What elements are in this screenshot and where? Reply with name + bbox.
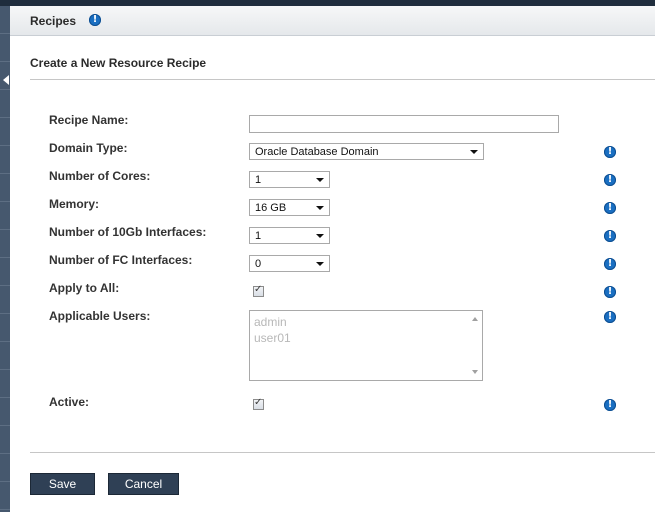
cores-select[interactable]: 1 <box>249 171 330 188</box>
save-button[interactable]: Save <box>30 473 95 495</box>
scrollbar[interactable] <box>468 311 482 380</box>
domain-type-label: Domain Type: <box>49 141 128 155</box>
ten-gb-interfaces-value: 1 <box>255 230 262 242</box>
scroll-down-icon[interactable] <box>472 370 478 374</box>
chevron-down-icon <box>316 262 324 266</box>
info-icon[interactable]: ! <box>604 311 616 323</box>
chevron-left-icon[interactable] <box>3 75 9 85</box>
memory-value: 16 GB <box>255 202 287 214</box>
apply-to-all-checkbox[interactable]: ✓ <box>253 284 264 297</box>
info-icon[interactable]: ! <box>604 174 616 186</box>
check-icon: ✓ <box>254 284 263 295</box>
cancel-button[interactable]: Cancel <box>108 473 179 495</box>
info-icon[interactable]: ! <box>89 14 101 26</box>
recipe-name-label: Recipe Name: <box>49 113 129 127</box>
ten-gb-interfaces-label: Number of 10Gb Interfaces: <box>49 225 207 239</box>
divider <box>30 79 655 80</box>
scroll-up-icon[interactable] <box>472 317 478 321</box>
info-icon[interactable]: ! <box>604 286 616 298</box>
fc-interfaces-value: 0 <box>255 258 262 270</box>
domain-type-select[interactable]: Oracle Database Domain <box>249 143 484 160</box>
check-icon: ✓ <box>254 397 263 408</box>
memory-label: Memory: <box>49 197 100 211</box>
applicable-users-listbox[interactable]: admin user01 <box>249 310 483 381</box>
cores-value: 1 <box>255 174 262 186</box>
domain-type-value: Oracle Database Domain <box>255 146 379 158</box>
chevron-down-icon <box>316 206 324 210</box>
recipe-name-input[interactable] <box>249 115 559 133</box>
divider <box>30 452 655 453</box>
page-header: Recipes ! <box>10 6 655 36</box>
info-icon[interactable]: ! <box>604 202 616 214</box>
chevron-down-icon <box>316 234 324 238</box>
memory-select[interactable]: 16 GB <box>249 199 330 216</box>
fc-interfaces-label: Number of FC Interfaces: <box>49 253 193 267</box>
cores-label: Number of Cores: <box>49 169 151 183</box>
list-item[interactable]: user01 <box>254 331 291 345</box>
apply-to-all-label: Apply to All: <box>49 281 120 295</box>
active-checkbox[interactable]: ✓ <box>253 397 264 410</box>
info-icon[interactable]: ! <box>604 258 616 270</box>
page-title: Recipes <box>30 14 77 28</box>
left-nav-rail[interactable] <box>0 6 10 512</box>
info-icon[interactable]: ! <box>604 146 616 158</box>
applicable-users-label: Applicable Users: <box>49 309 151 323</box>
ten-gb-interfaces-select[interactable]: 1 <box>249 227 330 244</box>
active-label: Active: <box>49 395 90 409</box>
info-icon[interactable]: ! <box>604 230 616 242</box>
info-icon[interactable]: ! <box>604 399 616 411</box>
chevron-down-icon <box>316 178 324 182</box>
list-item[interactable]: admin <box>254 315 287 329</box>
chevron-down-icon <box>470 150 478 154</box>
fc-interfaces-select[interactable]: 0 <box>249 255 330 272</box>
form-title: Create a New Resource Recipe <box>30 56 207 70</box>
